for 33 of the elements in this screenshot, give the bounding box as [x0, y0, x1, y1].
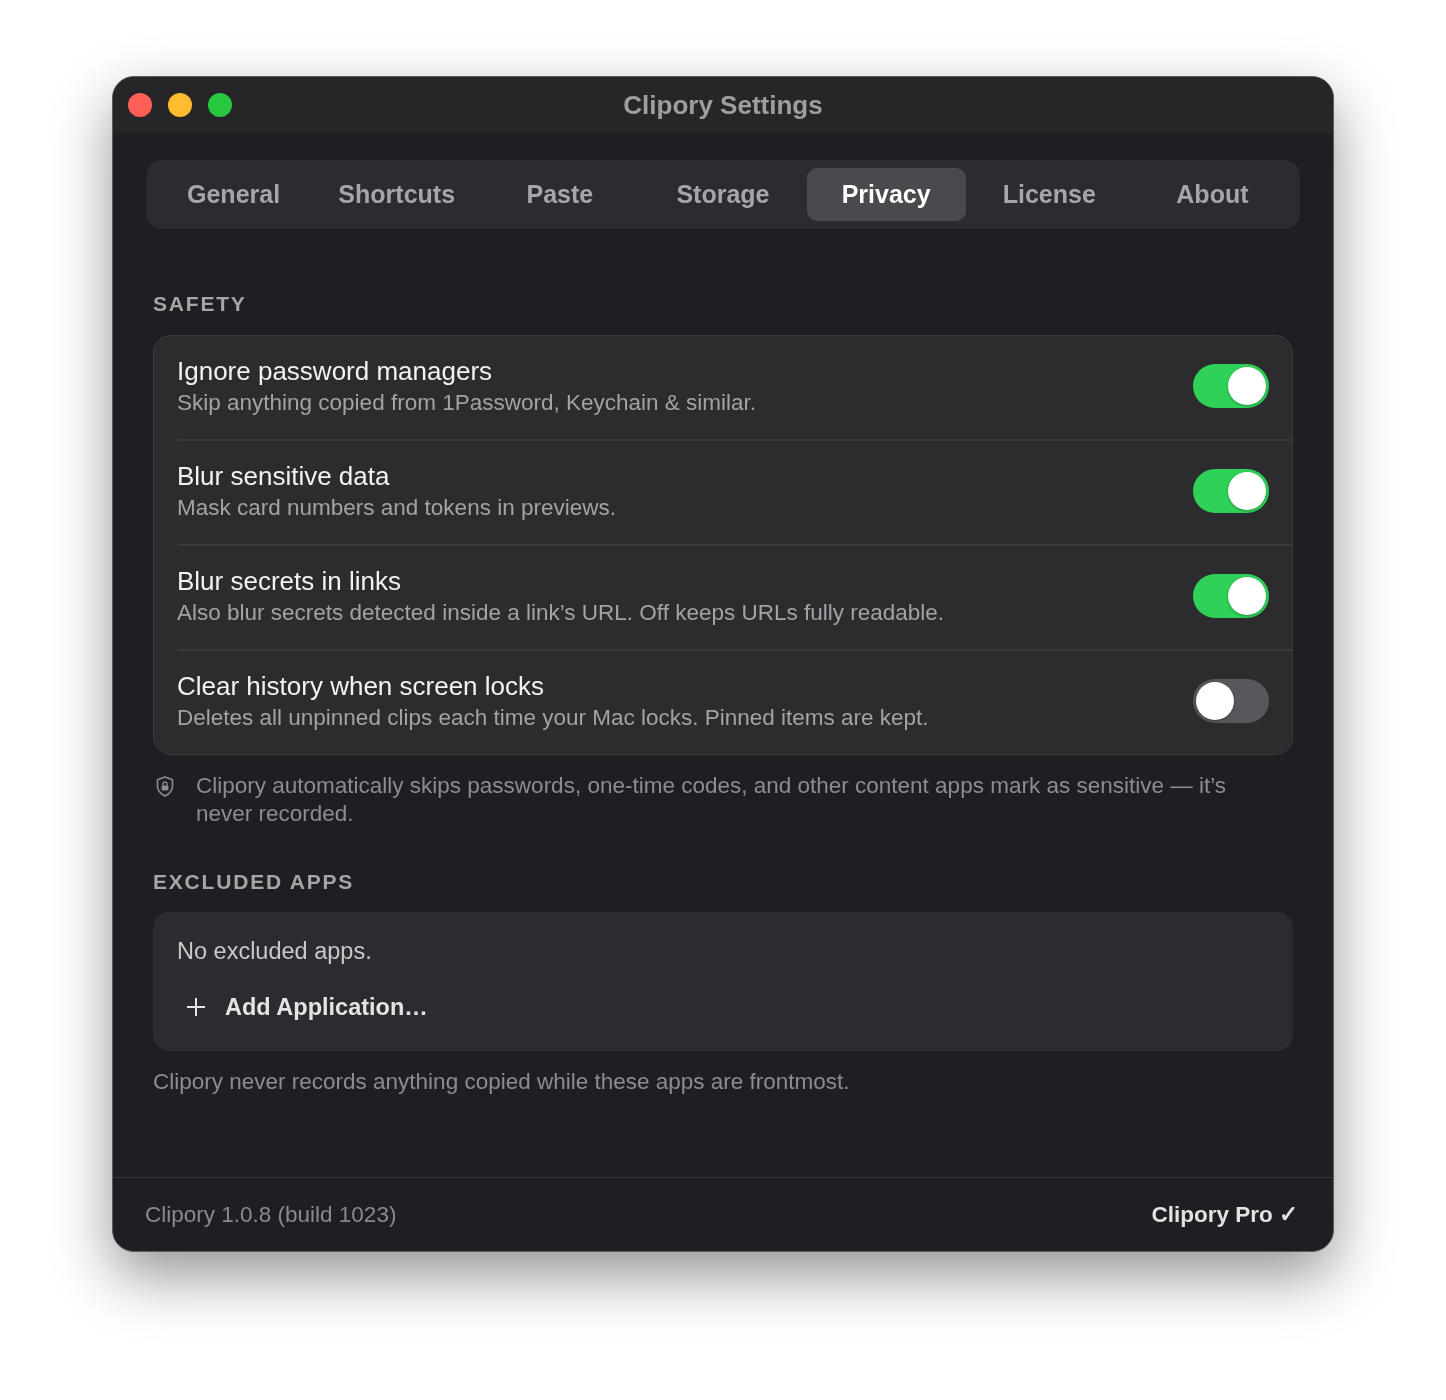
window-close-button[interactable]: [128, 93, 152, 117]
setting-title: Blur sensitive data: [177, 461, 391, 491]
plus-icon: [187, 998, 205, 1016]
toggle-switch[interactable]: [1193, 574, 1269, 618]
setting-title: Ignore password managers: [177, 356, 494, 386]
version-label: Clipory 1.0.8 (build 1023): [145, 1201, 397, 1228]
setting-description: Deletes all unpinned clips each time your Mac locks. Pinned items are kept.: [177, 705, 930, 731]
section-heading: EXCLUDED APPS: [153, 870, 356, 894]
section-heading: SAFETY: [153, 292, 248, 316]
shield-lock-icon: [156, 776, 174, 797]
tab[interactable]: About: [1132, 168, 1292, 221]
tab[interactable]: Privacy: [806, 168, 966, 221]
excluded-apps-note: Clipory never records anything copied while these apps are frontmost.: [153, 1069, 851, 1095]
setting-description: Skip anything copied from 1Password, Keychain & similar.: [177, 390, 758, 416]
setting-description: Also blur secrets detected inside a link’s URL. Off keeps URLs fully readable.: [177, 600, 946, 626]
setting-title: Clear history when screen locks: [177, 671, 546, 701]
tab[interactable]: Paste: [480, 168, 640, 221]
empty-message: No excluded apps.: [177, 937, 372, 965]
setting-description: Mask card numbers and tokens in previews.: [177, 495, 617, 521]
toggle-switch[interactable]: [1193, 679, 1269, 723]
window-minimize-button[interactable]: [168, 93, 192, 117]
toggle-switch[interactable]: [1193, 364, 1269, 408]
tab[interactable]: Shortcuts: [317, 168, 477, 221]
tab[interactable]: General: [154, 168, 314, 221]
tab[interactable]: Storage: [643, 168, 803, 221]
add-application-button[interactable]: Add Application…: [177, 987, 438, 1027]
window-title: Clipory Settings: [623, 89, 823, 121]
license-status: Clipory Pro ✓: [1151, 1201, 1298, 1228]
setting-title: Blur secrets in links: [177, 566, 402, 596]
privacy-note: Clipory automatically skips passwords, one-time codes, and other content apps mark as sensitive — it’s never recorded.: [196, 772, 1228, 828]
toggle-switch[interactable]: [1193, 469, 1269, 513]
tab[interactable]: License: [969, 168, 1129, 221]
window-zoom-button[interactable]: [208, 93, 232, 117]
